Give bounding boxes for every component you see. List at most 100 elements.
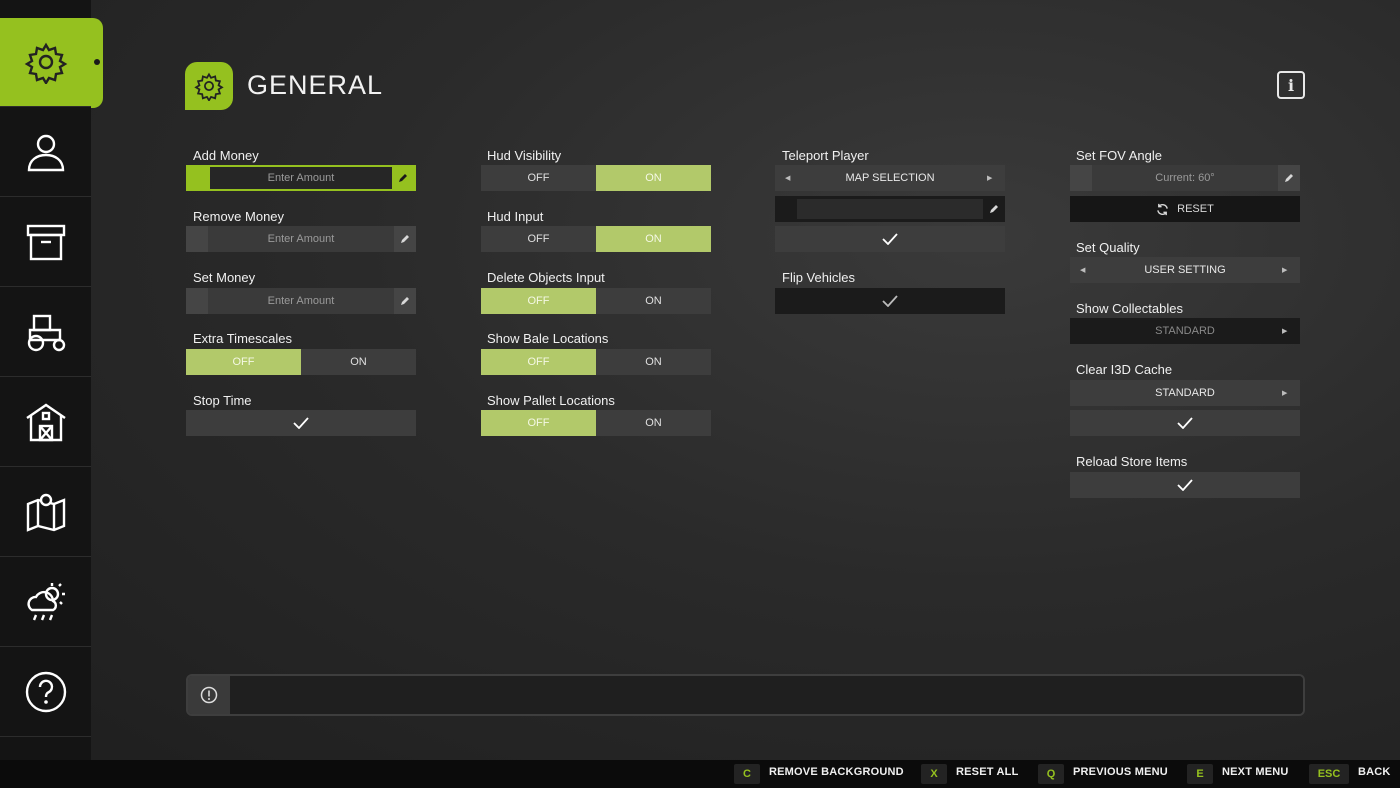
add-money-placeholder: Enter Amount — [210, 167, 392, 189]
sidebar-item-help[interactable] — [0, 648, 91, 737]
header-gear-icon — [185, 62, 233, 110]
help-icon — [25, 671, 66, 713]
toggle-on-option[interactable]: ON — [596, 226, 711, 252]
clear-i3d-cache-label: Clear I3D Cache — [1076, 362, 1173, 377]
clear-i3d-cache-value: STANDARD — [1155, 387, 1215, 399]
hud-input-label: Hud Input — [487, 209, 544, 224]
extra-timescales-toggle[interactable]: OFF ON — [186, 349, 416, 375]
sidebar-item-storage[interactable] — [0, 198, 91, 287]
toggle-off-option[interactable]: OFF — [481, 165, 596, 191]
teleport-player-selection: MAP SELECTION — [845, 172, 935, 184]
key-q[interactable]: Q — [1038, 764, 1064, 784]
toggle-on-option[interactable]: ON — [301, 349, 416, 375]
pencil-icon[interactable] — [1278, 165, 1300, 191]
checkmark-icon — [293, 417, 309, 429]
set-fov-angle-input[interactable]: Current: 60° — [1070, 165, 1300, 191]
reload-store-items-label: Reload Store Items — [1076, 454, 1188, 469]
sidebar-item-general[interactable] — [0, 18, 91, 107]
message-text — [230, 676, 1303, 714]
key-esc[interactable]: ESC — [1309, 764, 1349, 784]
teleport-player-selector[interactable]: ◀ MAP SELECTION ▶ — [775, 165, 1005, 191]
fov-reset-button[interactable]: RESET — [1070, 196, 1300, 222]
sidebar — [0, 0, 91, 760]
clear-i3d-cache-button[interactable] — [1070, 410, 1300, 436]
sidebar-item-farm[interactable] — [0, 378, 91, 467]
previous-menu-label[interactable]: PREVIOUS MENU — [1073, 766, 1168, 778]
sidebar-item-map[interactable] — [0, 468, 91, 557]
delete-objects-input-toggle[interactable]: OFF ON — [481, 288, 711, 314]
message-bar — [186, 674, 1305, 716]
active-tab-indicator — [91, 18, 103, 108]
toggle-off-option[interactable]: OFF — [481, 349, 596, 375]
pencil-icon[interactable] — [394, 288, 416, 314]
flip-vehicles-label: Flip Vehicles — [782, 270, 855, 285]
show-bale-locations-label: Show Bale Locations — [487, 331, 609, 346]
pencil-icon[interactable] — [394, 226, 416, 252]
next-menu-label[interactable]: NEXT MENU — [1222, 766, 1289, 778]
key-x[interactable]: X — [921, 764, 947, 784]
hud-input-toggle[interactable]: OFF ON — [481, 226, 711, 252]
arrow-right-icon[interactable]: ▶ — [1282, 266, 1290, 274]
checkmark-icon — [882, 233, 898, 245]
show-bale-locations-toggle[interactable]: OFF ON — [481, 349, 711, 375]
key-c[interactable]: C — [734, 764, 760, 784]
toggle-on-option[interactable]: ON — [596, 165, 711, 191]
info-button[interactable]: i — [1277, 71, 1305, 99]
remove-background-label[interactable]: REMOVE BACKGROUND — [769, 766, 904, 778]
toggle-off-option[interactable]: OFF — [186, 349, 301, 375]
checkmark-icon — [882, 295, 898, 307]
arrow-right-icon[interactable]: ▶ — [1282, 327, 1290, 335]
arrow-right-icon[interactable]: ▶ — [1282, 389, 1290, 397]
sidebar-item-weather[interactable] — [0, 558, 91, 647]
arrow-right-icon[interactable]: ▶ — [987, 174, 995, 182]
extra-timescales-label: Extra Timescales — [193, 331, 292, 346]
show-collectables-selector[interactable]: STANDARD ▶ — [1070, 318, 1300, 344]
barn-icon — [25, 403, 66, 442]
toggle-on-option[interactable]: ON — [596, 410, 711, 436]
toggle-off-option[interactable]: OFF — [481, 226, 596, 252]
sidebar-item-vehicles[interactable] — [0, 288, 91, 377]
flip-vehicles-button[interactable] — [775, 288, 1005, 314]
clear-i3d-cache-selector[interactable]: STANDARD ▶ — [1070, 380, 1300, 406]
set-money-placeholder: Enter Amount — [208, 288, 394, 314]
sidebar-item-player[interactable] — [0, 108, 91, 197]
show-collectables-value: STANDARD — [1155, 325, 1215, 337]
show-pallet-locations-label: Show Pallet Locations — [487, 393, 615, 408]
page-title: GENERAL — [247, 70, 384, 100]
teleport-coordinates-input[interactable] — [775, 196, 1005, 222]
reset-all-label[interactable]: RESET ALL — [956, 766, 1019, 778]
set-quality-selector[interactable]: ◀ USER SETTING ▶ — [1070, 257, 1300, 283]
refresh-icon — [1157, 203, 1168, 215]
shortcut-bar: C REMOVE BACKGROUND X RESET ALL Q PREVIO… — [0, 760, 1400, 788]
set-money-input[interactable]: Enter Amount — [186, 288, 416, 314]
toggle-on-option[interactable]: ON — [596, 349, 711, 375]
reload-store-items-button[interactable] — [1070, 472, 1300, 498]
stop-time-button[interactable] — [186, 410, 416, 436]
gear-icon — [24, 42, 67, 84]
checkmark-icon — [1177, 417, 1193, 429]
pencil-icon[interactable] — [983, 196, 1005, 222]
arrow-left-icon[interactable]: ◀ — [785, 174, 793, 182]
set-quality-label: Set Quality — [1076, 240, 1140, 255]
add-money-input[interactable]: Enter Amount — [186, 165, 416, 191]
toggle-off-option[interactable]: OFF — [481, 410, 596, 436]
fov-placeholder: Current: 60° — [1092, 165, 1278, 191]
pencil-icon[interactable] — [392, 167, 414, 189]
arrow-left-icon[interactable]: ◀ — [1080, 266, 1088, 274]
key-e[interactable]: E — [1187, 764, 1213, 784]
show-collectables-label: Show Collectables — [1076, 301, 1183, 316]
gear-icon — [194, 72, 224, 101]
toggle-on-option[interactable]: ON — [596, 288, 711, 314]
alert-icon — [200, 686, 218, 704]
remove-money-input[interactable]: Enter Amount — [186, 226, 416, 252]
hud-visibility-toggle[interactable]: OFF ON — [481, 165, 711, 191]
set-fov-angle-label: Set FOV Angle — [1076, 148, 1162, 163]
back-label[interactable]: BACK — [1358, 766, 1391, 778]
map-icon — [26, 493, 65, 532]
toggle-off-option[interactable]: OFF — [481, 288, 596, 314]
teleport-player-button[interactable] — [775, 226, 1005, 252]
checkmark-icon — [1177, 479, 1193, 491]
show-pallet-locations-toggle[interactable]: OFF ON — [481, 410, 711, 436]
info-icon: i — [1287, 75, 1295, 95]
box-icon — [26, 224, 65, 261]
